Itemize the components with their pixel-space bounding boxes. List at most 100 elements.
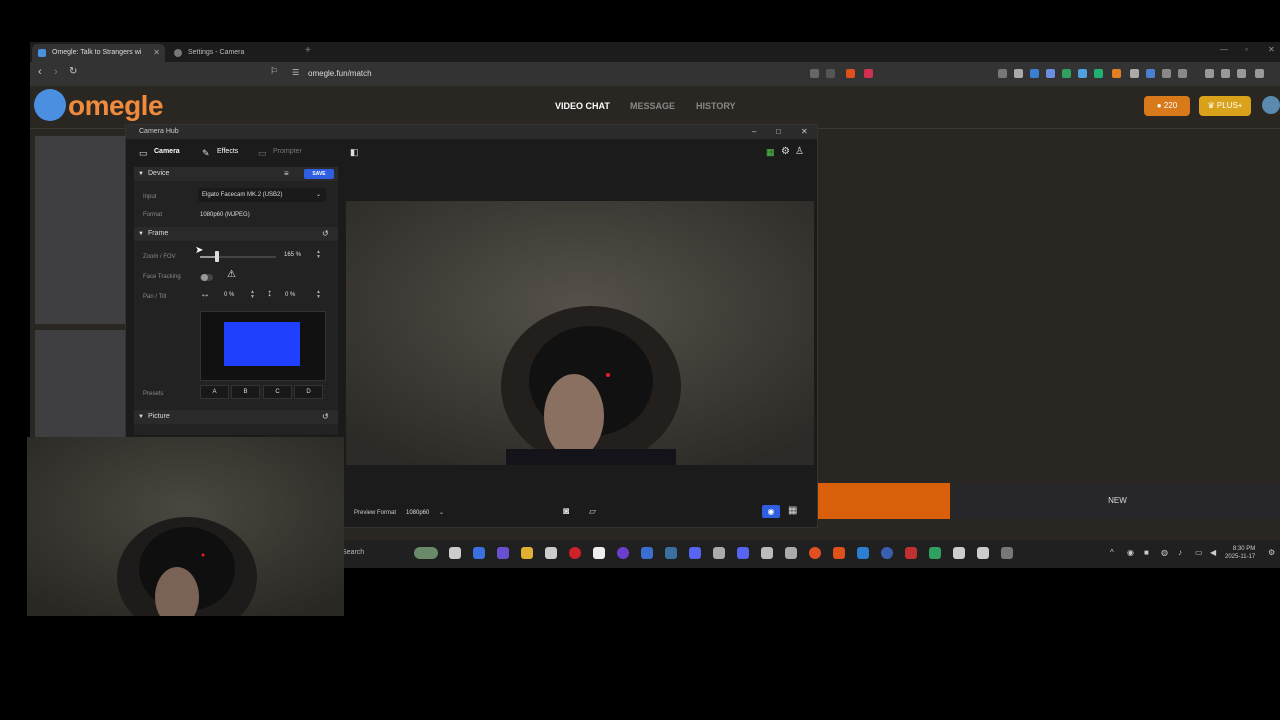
forward-icon[interactable]: › <box>54 66 58 78</box>
nav-history[interactable]: HISTORY <box>696 101 736 111</box>
network-icon[interactable]: ▭ <box>1195 548 1203 557</box>
spinner-up-icon[interactable]: ▲ ▼ <box>316 250 321 260</box>
zoom-value[interactable]: 165 % <box>284 249 314 261</box>
grid-icon[interactable]: ▦ <box>788 505 797 516</box>
opera-icon[interactable] <box>569 547 581 559</box>
terminal-icon[interactable] <box>761 547 773 559</box>
omegle-logo[interactable]: omegle <box>68 90 164 122</box>
tab-prompter[interactable]: Prompter <box>273 148 302 155</box>
extension-icon[interactable] <box>1046 69 1055 78</box>
close-icon[interactable]: ✕ <box>801 127 808 136</box>
input-device-select[interactable]: Elgato Facecam MK.2 (USB2) ⌄ <box>198 188 326 202</box>
widget-icon[interactable] <box>414 547 438 559</box>
coins-badge[interactable]: ● 220 <box>1144 96 1190 116</box>
share-icon[interactable] <box>826 69 835 78</box>
spinner-up-icon[interactable]: ▲ ▼ <box>250 290 255 300</box>
app-icon[interactable] <box>881 547 893 559</box>
maximize-icon[interactable]: ▫ <box>1245 45 1248 54</box>
preset-d-button[interactable]: D <box>294 385 323 399</box>
extension-icon[interactable] <box>1178 69 1187 78</box>
nav-message[interactable]: MESSAGE <box>630 101 675 111</box>
bookmark-icon[interactable]: ⚐ <box>270 66 278 77</box>
app-icon[interactable] <box>713 547 725 559</box>
discord-icon[interactable] <box>689 547 701 559</box>
device-section-header[interactable]: ▼ Device ≡ SAVE <box>134 167 338 181</box>
rewards-icon[interactable] <box>864 69 873 78</box>
plus-button[interactable]: ♛ PLUS+ <box>1199 96 1251 116</box>
extension-icon[interactable] <box>1094 69 1103 78</box>
preset-a-button[interactable]: A <box>200 385 229 399</box>
folder-icon[interactable] <box>521 547 533 559</box>
app-icon[interactable] <box>905 547 917 559</box>
snapshot-icon[interactable]: ◙ <box>563 506 569 517</box>
filter-icon[interactable]: ≡ <box>284 167 289 181</box>
account-icon[interactable]: ♙ <box>795 146 804 157</box>
extension-icon[interactable] <box>1062 69 1071 78</box>
extension-icon[interactable] <box>1112 69 1121 78</box>
wallet-icon[interactable] <box>1221 69 1230 78</box>
steam-icon[interactable] <box>665 547 677 559</box>
app-icon[interactable] <box>497 547 509 559</box>
taskbar-clock[interactable]: 8:30 PM 2025-11-17 <box>1225 545 1255 561</box>
brave-shield-icon[interactable] <box>846 69 855 78</box>
app-icon[interactable] <box>953 547 965 559</box>
framing-region[interactable] <box>224 322 300 366</box>
sidebar-icon[interactable] <box>1205 69 1214 78</box>
tilt-value[interactable]: 0 % <box>285 289 309 301</box>
extension-icon[interactable] <box>998 69 1007 78</box>
gear-icon[interactable] <box>1001 547 1013 559</box>
camera-hub-taskbar-icon[interactable] <box>977 547 989 559</box>
collapse-panel-icon[interactable]: ◧ <box>350 147 359 158</box>
start-button[interactable] <box>813 483 950 519</box>
new-button[interactable]: NEW <box>955 483 1280 519</box>
extension-icon[interactable] <box>1146 69 1155 78</box>
taskbar-search[interactable]: Search <box>342 549 364 556</box>
tray-icon[interactable]: ■ <box>1144 548 1149 557</box>
reset-icon[interactable]: ↺ <box>322 410 329 424</box>
extension-icon[interactable] <box>1162 69 1171 78</box>
save-button[interactable]: SAVE <box>304 169 334 179</box>
new-tab-icon[interactable]: + <box>305 45 311 56</box>
minimize-icon[interactable]: — <box>1220 45 1228 54</box>
preview-toggle-button[interactable]: ◉ <box>762 505 780 518</box>
copilot-icon[interactable] <box>473 547 485 559</box>
pan-value[interactable]: 0 % <box>224 289 248 301</box>
close-icon[interactable]: ✕ <box>153 44 160 62</box>
app-icon[interactable] <box>929 547 941 559</box>
site-settings-icon[interactable]: ☰ <box>292 68 299 77</box>
app-icon[interactable] <box>785 547 797 559</box>
reload-icon[interactable]: ↻ <box>69 66 77 77</box>
back-icon[interactable]: ‹ <box>38 66 42 78</box>
extension-icon[interactable] <box>1078 69 1087 78</box>
tab-settings-camera[interactable]: Settings - Camera <box>168 44 298 62</box>
app-icon[interactable] <box>857 547 869 559</box>
microphone-icon[interactable]: ♪ <box>1178 548 1182 557</box>
volume-icon[interactable]: ◀ <box>1210 548 1216 557</box>
zoom-slider-thumb[interactable] <box>215 251 219 262</box>
extension-icon[interactable] <box>1014 69 1023 78</box>
task-view-icon[interactable] <box>449 547 461 559</box>
vpn-icon[interactable] <box>1237 69 1246 78</box>
minimize-icon[interactable]: – <box>752 127 756 136</box>
app-icon[interactable] <box>617 547 629 559</box>
tray-icon[interactable]: ◍ <box>1161 548 1168 557</box>
folder-icon[interactable]: ▱ <box>589 506 596 517</box>
app-icon[interactable] <box>809 547 821 559</box>
frame-section-header[interactable]: ▼ Frame ↺ <box>134 227 338 241</box>
brave-icon[interactable] <box>833 547 845 559</box>
tab-effects[interactable]: Effects <box>217 148 238 155</box>
maximize-icon[interactable]: □ <box>776 127 781 136</box>
menu-icon[interactable] <box>1255 69 1264 78</box>
translate-icon[interactable] <box>810 69 819 78</box>
tray-icon[interactable]: ◉ <box>1127 548 1134 557</box>
nav-video-chat[interactable]: VIDEO CHAT <box>555 101 610 111</box>
spinner-up-icon[interactable]: ▲ ▼ <box>316 290 321 300</box>
close-icon[interactable]: ✕ <box>1268 45 1275 54</box>
apps-icon[interactable]: ▦ <box>766 147 775 158</box>
file-icon[interactable] <box>593 547 605 559</box>
extension-icon[interactable] <box>1030 69 1039 78</box>
reset-icon[interactable]: ↺ <box>322 227 329 241</box>
app-icon[interactable] <box>737 547 749 559</box>
store-icon[interactable] <box>545 547 557 559</box>
gear-icon[interactable]: ⚙ <box>781 146 790 157</box>
